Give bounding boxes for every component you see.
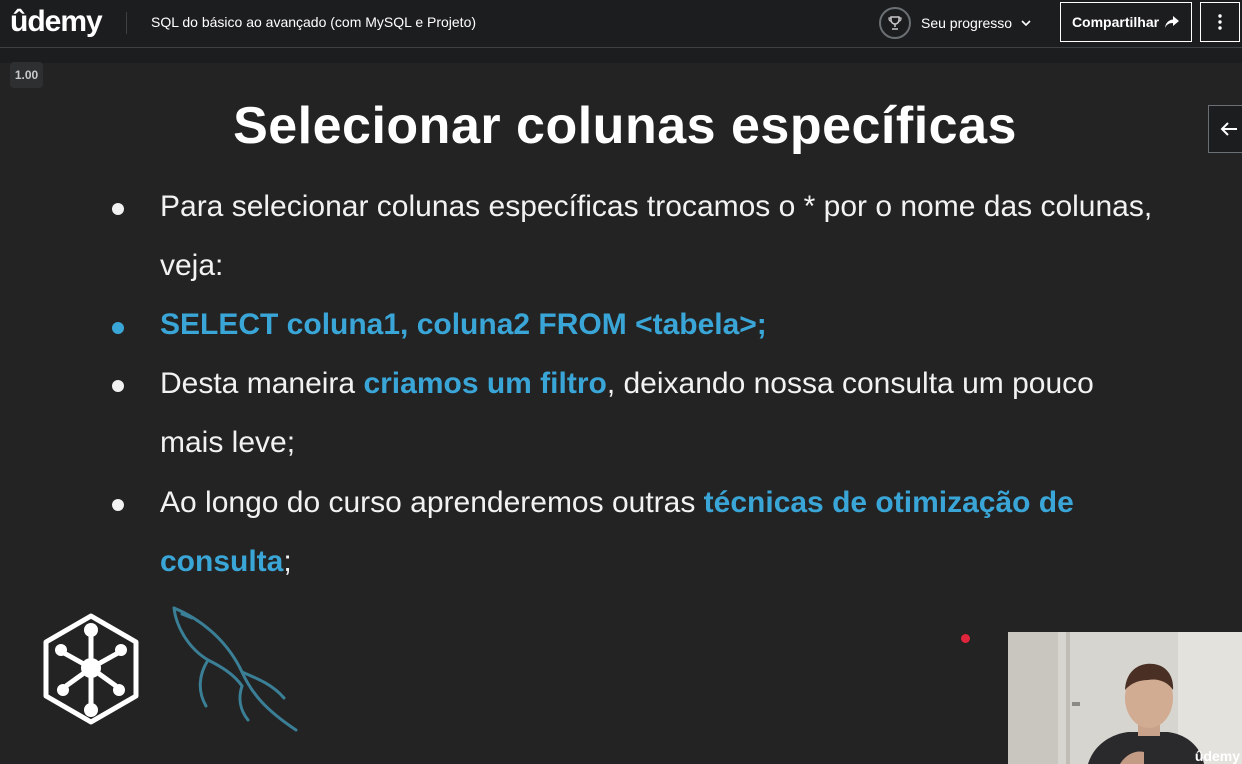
bullet4-text: Ao longo do curso aprenderemos outras [160, 486, 704, 519]
bullet3-highlight: criamos um filtro [363, 367, 607, 400]
bullet-dot [112, 499, 124, 511]
share-label: Compartilhar [1071, 14, 1160, 30]
udemy-logo[interactable]: ûdemy [10, 3, 103, 41]
header-divider [126, 12, 127, 34]
bullet3-text: Desta maneira [160, 367, 364, 400]
record-indicator-dot [961, 634, 970, 643]
share-button[interactable]: Compartilhar [1060, 2, 1192, 42]
progress-button[interactable]: Seu progresso [879, 5, 1032, 41]
webcam-overlay: ûdemy [1008, 632, 1242, 764]
bullet3-line1: Desta maneira criamos um filtro, deixand… [160, 367, 1094, 401]
playback-speed-badge[interactable]: 1.00 [10, 62, 43, 88]
more-options-button[interactable] [1200, 2, 1240, 42]
bullet1-line2: veja: [160, 249, 224, 282]
bullet4-highlight: técnicas de otimização de [703, 486, 1074, 519]
bullet4-text-end: ; [283, 545, 292, 578]
chevron-down-icon [1021, 20, 1031, 27]
bullet3-text-end: , deixando nossa consulta um pouco [606, 367, 1094, 400]
bullet-dot [112, 322, 124, 334]
trophy-icon [879, 7, 911, 39]
bullet-dot [112, 203, 124, 215]
mysql-dolphin-logo [172, 606, 298, 732]
progress-label: Seu progresso [921, 15, 1013, 31]
bullet4-line2: consulta; [160, 545, 292, 579]
share-arrow-icon [1165, 16, 1180, 28]
bullet4-highlight-2: consulta [160, 545, 284, 578]
bullet4-line1: Ao longo do curso aprenderemos outras té… [160, 486, 1074, 520]
instructor-webcam-image [1008, 632, 1242, 764]
bullet1-line1: Para selecionar colunas específicas troc… [160, 190, 1153, 223]
bullet3-line2: mais leve; [160, 426, 296, 459]
more-vertical-icon [1218, 14, 1222, 30]
cube-network-logo [43, 613, 139, 725]
webcam-watermark: ûdemy [1194, 748, 1240, 764]
slide-title: Selecionar colunas específicas [233, 97, 1017, 155]
bullet2-code: SELECT coluna1, coluna2 FROM <tabela>; [160, 308, 767, 341]
course-title[interactable]: SQL do básico ao avançado (com MySQL e P… [151, 14, 476, 30]
top-header: ûdemy SQL do básico ao avançado (com MyS… [0, 0, 1242, 48]
bullet-dot [112, 380, 124, 392]
